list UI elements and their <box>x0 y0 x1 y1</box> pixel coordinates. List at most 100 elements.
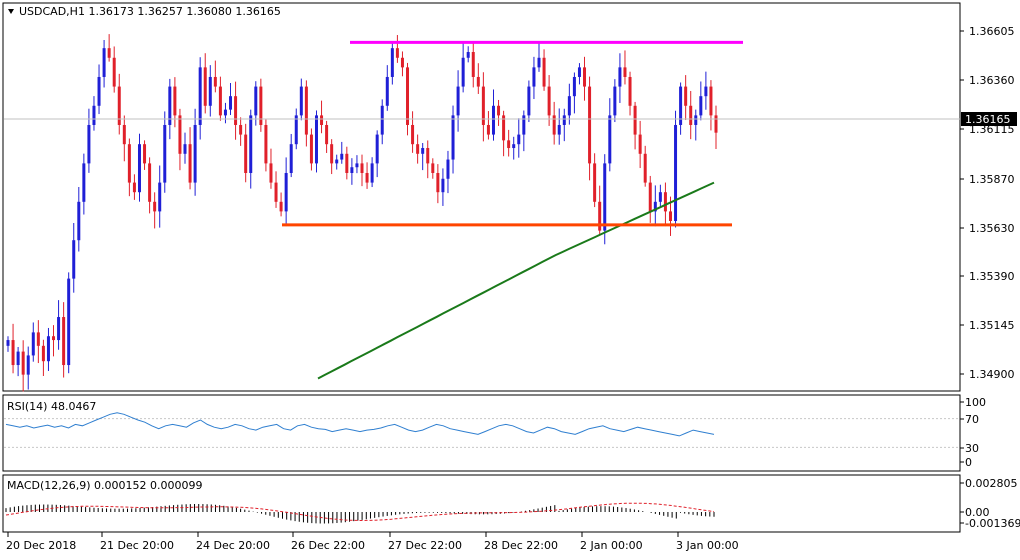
candle-body <box>213 76 217 87</box>
candle-body <box>127 144 131 183</box>
candle-body <box>340 153 344 160</box>
candle-body <box>173 86 177 116</box>
candle-body <box>345 153 349 173</box>
candle-body <box>335 159 339 164</box>
candle-body <box>709 86 713 116</box>
candle-body <box>254 86 258 116</box>
candle-body <box>309 134 313 164</box>
symbol-header: USDCAD,H1 1.36173 1.36257 1.36080 1.3616… <box>19 5 281 18</box>
candle-body <box>137 144 141 193</box>
candle-body <box>234 96 238 125</box>
candle-body <box>289 144 293 173</box>
rsi-label: RSI(14) 48.0467 <box>7 400 96 413</box>
candle-body <box>517 134 521 145</box>
candle-body <box>628 76 632 106</box>
price-tick-label: 1.34900 <box>969 368 1015 381</box>
candle-body <box>249 115 253 173</box>
candle-body <box>299 86 303 116</box>
candle-body <box>284 172 288 212</box>
candle-body <box>279 201 283 212</box>
candle-body <box>112 57 116 87</box>
candle-body <box>643 153 647 183</box>
candle-body <box>522 115 526 135</box>
price-tick-label: 1.36605 <box>969 25 1015 38</box>
candle-body <box>87 124 91 164</box>
candle-body <box>365 172 369 183</box>
candle-body <box>668 211 672 222</box>
candle-body <box>613 86 617 116</box>
time-tick-label: 21 Dec 20:00 <box>100 539 174 552</box>
candle-body <box>208 76 212 106</box>
candle-body <box>476 76 480 87</box>
candle-body <box>390 48 394 77</box>
price-tick-label: 1.35630 <box>969 222 1015 235</box>
candle-body <box>441 178 445 193</box>
time-tick-label: 24 Dec 20:00 <box>196 539 270 552</box>
candle-body <box>497 105 501 116</box>
candle-body <box>461 57 465 87</box>
price-tick-label: 1.35870 <box>969 173 1015 186</box>
candle-body <box>400 57 404 68</box>
candle-body <box>426 148 430 164</box>
rsi-tick-label: 30 <box>965 442 979 455</box>
candle-body <box>188 144 192 183</box>
candle-body <box>658 192 662 202</box>
candle-body <box>102 48 106 77</box>
candle-body <box>122 124 126 145</box>
candle-body <box>264 124 268 164</box>
candle-body <box>380 105 384 135</box>
candle-body <box>411 124 415 145</box>
candle-body <box>633 105 637 135</box>
candle-body <box>193 124 197 183</box>
candle-body <box>375 134 379 164</box>
candle-body <box>385 76 389 106</box>
candle-body <box>512 144 516 149</box>
candle-body <box>46 336 50 362</box>
chart-svg: 1.366051.363601.361151.358701.356301.353… <box>2 2 1020 552</box>
candle-body <box>583 67 587 87</box>
candle-body <box>67 278 71 366</box>
candle-body <box>603 163 607 231</box>
time-tick-label: 27 Dec 22:00 <box>388 539 462 552</box>
candle-body <box>623 67 627 77</box>
price-tick-label: 1.35145 <box>969 319 1015 332</box>
time-tick-label: 3 Jan 00:00 <box>676 539 739 552</box>
candle-body <box>16 351 20 366</box>
candle-body <box>304 86 308 135</box>
time-tick-label: 2 Jan 00:00 <box>580 539 643 552</box>
candle <box>259 78 263 132</box>
main-price-panel[interactable] <box>2 2 961 392</box>
candle-body <box>178 115 182 154</box>
candle-body <box>72 240 76 279</box>
candle-body <box>567 96 571 116</box>
candle-body <box>82 163 86 202</box>
candle-body <box>694 115 698 125</box>
candle-body <box>183 144 187 154</box>
candle-body <box>97 76 101 106</box>
candle-body <box>148 163 152 202</box>
candle-body <box>31 332 35 356</box>
candle-body <box>446 159 450 179</box>
candle-body <box>198 67 202 125</box>
candle-body <box>350 167 354 173</box>
time-tick-label: 28 Dec 22:00 <box>484 539 558 552</box>
candle-body <box>547 86 551 116</box>
candle-body <box>223 109 227 116</box>
price-tick-label: 1.35390 <box>969 270 1015 283</box>
candle-body <box>557 124 561 135</box>
candle-body <box>572 76 576 97</box>
chart-window[interactable]: 1.36605 1.36360 1.36115 1.35870 1.35630 1.353… <box>0 0 1020 556</box>
time-tick-label: 20 Dec 2018 <box>6 539 76 552</box>
candle-body <box>6 340 10 346</box>
candle-body <box>456 86 460 116</box>
candle-body <box>244 134 248 173</box>
candle-body <box>355 163 359 168</box>
candle <box>67 272 71 374</box>
candle-body <box>593 163 597 202</box>
candle-body <box>395 48 399 58</box>
candle-body <box>21 351 25 375</box>
current-price-label: 1.36165 <box>965 113 1011 126</box>
candle-body <box>542 57 546 87</box>
candle-body <box>648 182 652 212</box>
price-tick-label: 1.36360 <box>969 74 1015 87</box>
